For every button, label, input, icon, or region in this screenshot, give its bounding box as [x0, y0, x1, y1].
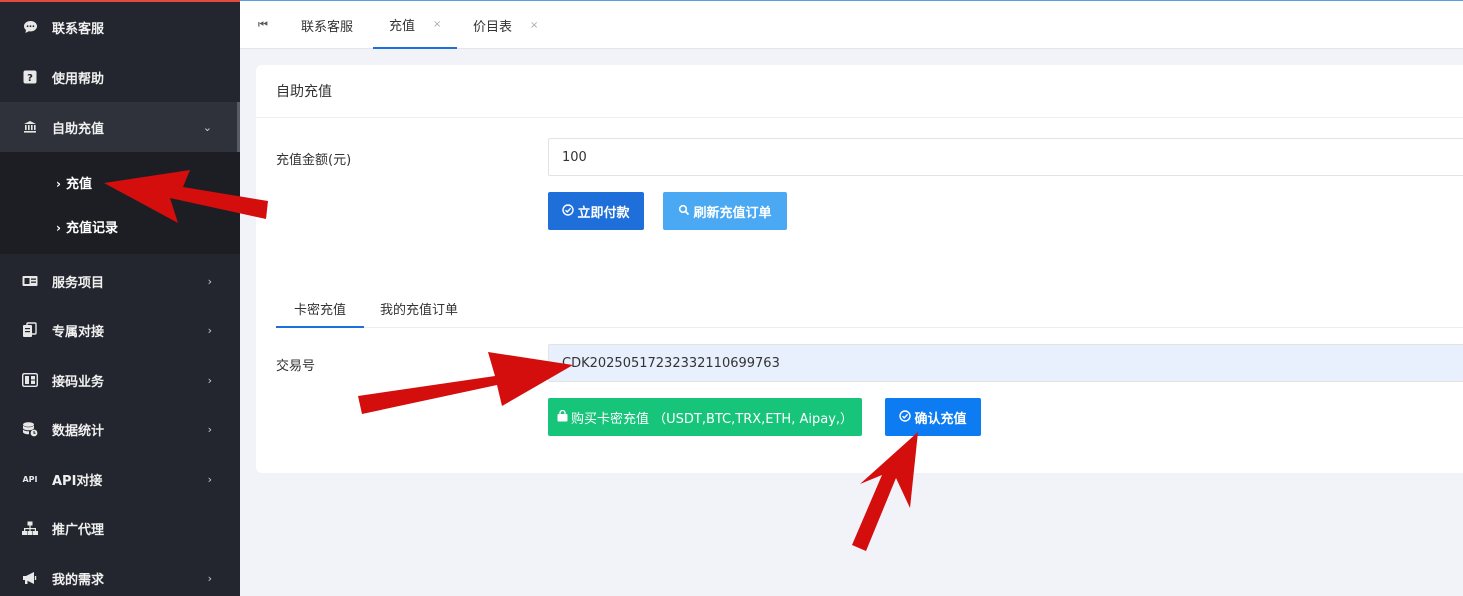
sidebar-item-label: 使用帮助 [52, 71, 105, 87]
submenu-item-recharge-history[interactable]: › 充值记录 [56, 217, 118, 236]
chat-icon [22, 19, 38, 35]
tab-contact[interactable]: 联系客服 [301, 1, 353, 49]
chevron-right-icon: › [207, 422, 212, 436]
sidebar-item-label: 数据统计 [52, 423, 105, 439]
chevron-right-icon: › [207, 571, 212, 585]
sidebar-item-affiliate[interactable]: 推广代理 [0, 503, 240, 553]
buy-card-key-button[interactable]: 购买卡密充值 （USDT,BTC,TRX,ETH, Aipay,） [548, 398, 862, 436]
confirm-recharge-label: 确认充值 [914, 411, 967, 427]
chevron-right-icon: › [207, 323, 212, 337]
amount-value: 100 [562, 149, 587, 165]
submenu: › 充值 › 充值记录 [0, 152, 240, 254]
tab-label: 联系客服 [301, 19, 354, 35]
sidebar-item-recharge[interactable]: 自助充值 ⌄ [0, 102, 240, 152]
close-icon[interactable]: × [433, 19, 441, 30]
tab-recharge[interactable]: 充值 × [373, 1, 458, 49]
refresh-orders-label: 刷新充值订单 [693, 205, 772, 221]
amount-input[interactable]: 100 [548, 138, 1463, 176]
submenu-item-label: 充值 [65, 177, 92, 192]
refresh-orders-button[interactable]: 刷新充值订单 [663, 192, 787, 230]
sidebar-item-label: 联系客服 [52, 21, 105, 37]
submenu-item-label: 充值记录 [65, 221, 118, 236]
bank-icon [22, 119, 38, 135]
check-circle-icon [899, 409, 912, 425]
transaction-input[interactable]: CDK20250517232332110699763 [548, 344, 1463, 382]
recharge-card: 自助充值 充值金额(元) 100 立即付款 刷新充值订单 卡密充值 我的充值订单… [256, 65, 1463, 473]
chevron-right-icon: › [56, 221, 61, 235]
transaction-label: 交易号 [276, 359, 316, 374]
sidebar-item-dedicated[interactable]: 专属对接 › [0, 305, 240, 355]
sitemap-icon [22, 520, 38, 536]
check-circle-icon [562, 203, 575, 219]
database-icon [22, 421, 38, 437]
tab-price-list[interactable]: 价目表 × [473, 1, 538, 49]
shopping-bag-icon [557, 409, 568, 425]
card-icon [22, 273, 38, 289]
sidebar-item-services[interactable]: 服务项目 › [0, 256, 240, 306]
confirm-recharge-button[interactable]: 确认充值 [885, 398, 981, 436]
buy-card-key-label: 购买卡密充值 （USDT,BTC,TRX,ETH, Aipay,） [570, 411, 854, 427]
sidebar: 联系客服 ? 使用帮助 自助充值 ⌄ › 充值 › 充值记录 服务项目 › 专属对接 [0, 0, 240, 596]
sidebar-item-help[interactable]: ? 使用帮助 [0, 52, 240, 102]
tab-rewind-icon[interactable]: ⏮ [258, 1, 268, 49]
sidebar-item-statistics[interactable]: 数据统计 › [0, 404, 240, 454]
pay-now-button[interactable]: 立即付款 [548, 192, 644, 230]
sidebar-item-label: 我的需求 [52, 572, 105, 588]
card-title: 自助充值 [256, 65, 1463, 118]
sidebar-item-api[interactable]: API API对接 › [0, 454, 240, 504]
pay-now-label: 立即付款 [577, 205, 630, 221]
sidebar-item-label: 服务项目 [52, 275, 105, 291]
sidebar-item-label: API对接 [52, 473, 103, 489]
sim-icon [22, 372, 38, 388]
transaction-value: CDK20250517232332110699763 [562, 355, 780, 371]
amount-label: 充值金额(元) [276, 153, 352, 168]
sidebar-item-label: 推广代理 [52, 522, 105, 538]
megaphone-icon [22, 570, 38, 586]
sidebar-item-my-needs[interactable]: 我的需求 › [0, 553, 240, 596]
help-icon: ? [22, 69, 38, 85]
sidebar-item-contact[interactable]: 联系客服 [0, 2, 240, 52]
chevron-right-icon: › [207, 274, 212, 288]
subtab-my-orders[interactable]: 我的充值订单 [380, 297, 458, 328]
sidebar-item-label: 专属对接 [52, 324, 105, 340]
chevron-right-icon: › [207, 472, 212, 486]
chevron-down-icon: ⌄ [202, 120, 212, 134]
subtab-card-key[interactable]: 卡密充值 [276, 297, 364, 328]
tab-label: 充值 [389, 18, 416, 34]
subtab-label: 我的充值订单 [380, 303, 459, 318]
connect-icon [22, 322, 38, 338]
tab-bar: ⏮ 联系客服 充值 × 价目表 × [240, 0, 1463, 49]
chevron-right-icon: › [56, 177, 61, 191]
recharge-subtabs: 卡密充值 我的充值订单 [276, 297, 1463, 328]
sidebar-item-sms-code[interactable]: 接码业务 › [0, 355, 240, 405]
sidebar-item-label: 自助充值 [52, 121, 105, 137]
sidebar-item-label: 接码业务 [52, 374, 105, 390]
svg-text:?: ? [27, 73, 33, 84]
tab-label: 价目表 [473, 19, 513, 35]
api-icon: API [22, 474, 38, 484]
subtab-label: 卡密充值 [293, 303, 346, 318]
chevron-right-icon: › [207, 373, 212, 387]
submenu-item-recharge[interactable]: › 充值 [56, 173, 92, 192]
close-icon[interactable]: × [530, 20, 538, 31]
search-icon [678, 204, 690, 219]
